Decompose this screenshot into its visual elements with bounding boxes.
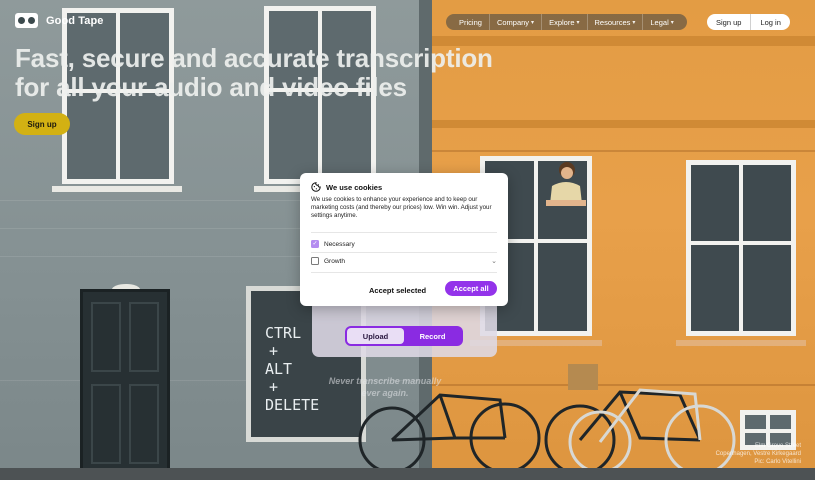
cookie-option-growth[interactable]: Growth ⌄ bbox=[311, 257, 497, 265]
login-button[interactable]: Log in bbox=[750, 14, 789, 30]
tab-record[interactable]: Record bbox=[404, 328, 461, 344]
cookie-option-necessary[interactable]: ✓ Necessary bbox=[311, 240, 497, 248]
accept-all-button[interactable]: Accept all bbox=[445, 281, 497, 296]
tab-upload[interactable]: Upload bbox=[347, 328, 404, 344]
cookie-dialog-body: We use cookies to enhance your experienc… bbox=[311, 196, 492, 219]
hero-signup-button[interactable]: Sign up bbox=[14, 113, 70, 135]
street bbox=[0, 468, 815, 480]
divider bbox=[311, 232, 497, 233]
photo-credit: Elm Grove Street Copenhagen, Vestre Kirk… bbox=[715, 443, 801, 465]
nav-item-company[interactable]: Company ▾ bbox=[490, 14, 543, 30]
main-nav: Pricing Company ▾ Explore ▾ Resources ▾ Leg… bbox=[446, 14, 687, 30]
cookie-dialog-header: We use cookies bbox=[311, 182, 382, 192]
necessary-checkbox[interactable]: ✓ bbox=[311, 240, 319, 248]
cassette-tape-icon bbox=[15, 13, 38, 28]
divider bbox=[311, 272, 497, 273]
divider bbox=[311, 252, 497, 253]
nav-item-pricing[interactable]: Pricing bbox=[452, 14, 490, 30]
cookie-icon bbox=[311, 182, 321, 192]
hero-headline: Fast, secure and accurate transcription … bbox=[15, 43, 493, 102]
cookie-option-label: Necessary bbox=[324, 240, 355, 248]
nav-item-legal[interactable]: Legal ▾ bbox=[643, 14, 680, 30]
header-signup-button[interactable]: Sign up bbox=[707, 14, 750, 30]
nav-item-resources[interactable]: Resources ▾ bbox=[588, 14, 644, 30]
chevron-down-icon: ▾ bbox=[632, 19, 636, 26]
building-cornice bbox=[432, 120, 815, 128]
cookie-option-label: Growth bbox=[324, 257, 345, 265]
brand-logo[interactable]: Good Tape bbox=[15, 13, 104, 28]
window-sill bbox=[52, 186, 182, 192]
shop-window-text: + bbox=[269, 378, 279, 396]
shop-window-text: DELETE bbox=[265, 396, 320, 414]
cookie-dialog-title: We use cookies bbox=[326, 182, 383, 192]
upload-record-toggle: Upload Record bbox=[345, 326, 463, 346]
chevron-down-icon: ▾ bbox=[670, 19, 674, 26]
window-sill bbox=[676, 340, 806, 346]
auth-buttons: Sign up Log in bbox=[707, 14, 790, 30]
shop-window-text: + bbox=[269, 342, 279, 360]
window bbox=[686, 160, 796, 336]
growth-checkbox[interactable] bbox=[311, 257, 319, 265]
bicycles bbox=[358, 364, 736, 475]
chevron-down-icon[interactable]: ⌄ bbox=[491, 257, 497, 265]
person-in-window bbox=[546, 162, 586, 206]
shop-window-text: CTRL bbox=[265, 324, 302, 342]
shop-window-text: ALT bbox=[265, 360, 293, 378]
tagline: Never transcribe manually ever again. bbox=[328, 376, 442, 398]
nav-item-explore[interactable]: Explore ▾ bbox=[542, 14, 588, 30]
front-door bbox=[80, 289, 170, 474]
chevron-down-icon: ▾ bbox=[576, 19, 580, 26]
chevron-down-icon: ▾ bbox=[531, 19, 535, 26]
accept-selected-button[interactable]: Accept selected bbox=[363, 282, 432, 298]
brand-name: Good Tape bbox=[46, 14, 104, 27]
